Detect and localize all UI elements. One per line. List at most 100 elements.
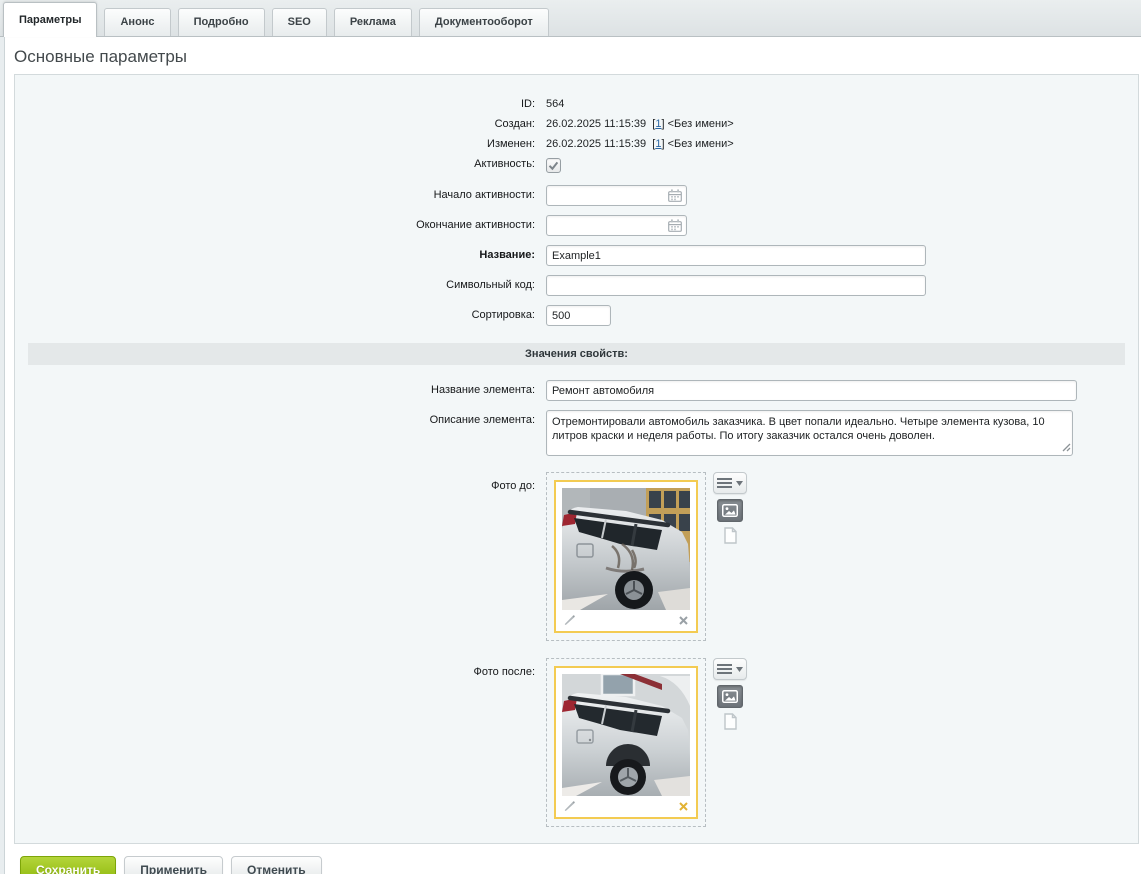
row-active-to: Окончание активности:: [15, 215, 1138, 236]
code-field: [546, 275, 926, 296]
prop-name-field: [546, 380, 1077, 401]
modified-user-link[interactable]: 1: [655, 138, 661, 150]
file-icon[interactable]: [723, 713, 737, 733]
row-prop-name: Название элемента:: [15, 380, 1138, 401]
chevron-down-icon: [736, 480, 743, 486]
name-label: Название:: [479, 249, 535, 261]
row-code: Символьный код:: [15, 275, 1138, 296]
page-title: Основные параметры: [0, 37, 1141, 74]
photo-before-image[interactable]: [562, 488, 690, 610]
created-user-ref: [1]: [652, 118, 665, 130]
save-button[interactable]: Сохранить: [20, 856, 117, 874]
image-icon: [722, 504, 738, 517]
photo-menu-button[interactable]: [713, 658, 747, 680]
active-checkbox[interactable]: [546, 158, 561, 173]
tab-parameters[interactable]: Параметры: [3, 2, 98, 37]
photo-after-label: Фото после:: [473, 666, 536, 678]
photo-after-widget: [546, 658, 748, 827]
tab-announce[interactable]: Анонс: [104, 8, 171, 36]
photo-before-widget: [546, 472, 748, 641]
row-active-from: Начало активности:: [15, 185, 1138, 206]
photo-menu-button[interactable]: [713, 472, 747, 494]
sort-input[interactable]: [546, 305, 611, 326]
photo-before-card: [554, 480, 698, 633]
active-value: [546, 157, 561, 177]
file-icon[interactable]: [723, 527, 737, 547]
calendar-icon[interactable]: [668, 219, 682, 235]
active-from-label: Начало активности:: [433, 189, 535, 201]
photo-before-label: Фото до:: [491, 480, 535, 492]
row-created: Создан: 26.02.2025 11:15:39 [1] <Без име…: [15, 117, 1138, 131]
modified-date: 26.02.2025 11:15:39: [546, 138, 647, 150]
photo-after-image[interactable]: [562, 674, 690, 796]
name-field: [546, 245, 926, 266]
modified-user-ref: [1]: [652, 138, 665, 150]
row-photo-after: Фото после:: [15, 658, 1138, 827]
row-sort: Сортировка:: [15, 305, 1138, 326]
main-form: ID: 564 Создан: 26.02.2025 11:15:39 [1] …: [14, 74, 1139, 844]
tab-advert[interactable]: Реклама: [333, 8, 412, 36]
element-edit-page: Параметры Анонс Подробно SEO Реклама Док…: [0, 0, 1141, 874]
code-input[interactable]: [546, 275, 926, 296]
page-left-edge: [0, 37, 5, 874]
tab-workflow[interactable]: Документооборот: [418, 8, 549, 36]
created-label: Создан:: [494, 118, 535, 130]
prop-name-input[interactable]: [546, 380, 1077, 401]
modified-label: Изменен:: [487, 138, 535, 150]
sort-field: [546, 305, 611, 326]
active-label: Активность:: [474, 158, 535, 170]
row-photo-before: Фото до:: [15, 472, 1138, 641]
hamburger-icon: [717, 478, 732, 488]
active-to-label: Окончание активности:: [416, 219, 535, 231]
created-date: 26.02.2025 11:15:39: [546, 118, 647, 130]
photo-before-actions: [562, 612, 690, 629]
prop-desc-textarea[interactable]: Отремонтировали автомобиль заказчика. В …: [546, 410, 1073, 456]
name-input[interactable]: [546, 245, 926, 266]
apply-button[interactable]: Применить: [124, 856, 224, 874]
active-to-input[interactable]: [546, 215, 687, 236]
properties-section-header: Значения свойств:: [28, 343, 1125, 365]
id-value: 564: [546, 98, 565, 110]
tab-detail[interactable]: Подробно: [177, 8, 265, 36]
photo-after-controls: [712, 658, 748, 733]
tab-seo[interactable]: SEO: [271, 8, 327, 36]
tab-bar: Параметры Анонс Подробно SEO Реклама Док…: [0, 0, 1141, 37]
chevron-down-icon: [736, 666, 743, 672]
image-icon: [722, 690, 738, 703]
created-user-link[interactable]: 1: [655, 118, 661, 130]
modified-value: 26.02.2025 11:15:39 [1] <Без имени>: [546, 137, 734, 151]
active-to-field: [546, 215, 687, 236]
row-active: Активность:: [15, 157, 1138, 177]
edit-photo-icon[interactable]: [563, 614, 576, 627]
delete-photo-icon[interactable]: [678, 615, 689, 626]
id-label: ID:: [520, 98, 535, 110]
active-from-field: [546, 185, 687, 206]
prop-desc-field: Отремонтировали автомобиль заказчика. В …: [546, 410, 1073, 459]
prop-name-label: Название элемента:: [431, 384, 535, 396]
photo-after-card: [554, 666, 698, 819]
row-id: ID: 564: [15, 97, 1138, 111]
image-mode-button[interactable]: [717, 685, 743, 708]
prop-desc-label: Описание элемента:: [429, 414, 535, 426]
sort-label: Сортировка:: [471, 309, 535, 321]
photo-before-dropzone[interactable]: [546, 472, 706, 641]
created-user-name: <Без имени>: [667, 118, 734, 130]
edit-photo-icon[interactable]: [563, 800, 576, 813]
photo-after-dropzone[interactable]: [546, 658, 706, 827]
row-modified: Изменен: 26.02.2025 11:15:39 [1] <Без им…: [15, 137, 1138, 151]
modified-user-name: <Без имени>: [667, 138, 734, 150]
created-value: 26.02.2025 11:15:39 [1] <Без имени>: [546, 117, 734, 131]
calendar-icon[interactable]: [668, 189, 682, 205]
photo-before-controls: [712, 472, 748, 547]
form-button-bar: Сохранить Применить Отменить: [20, 856, 1141, 874]
row-prop-desc: Описание элемента: Отремонтировали автом…: [15, 410, 1138, 459]
photo-after-actions: [562, 798, 690, 815]
code-label: Символьный код:: [446, 279, 535, 291]
delete-photo-icon[interactable]: [678, 801, 689, 812]
hamburger-icon: [717, 664, 732, 674]
cancel-button[interactable]: Отменить: [231, 856, 322, 874]
check-icon: [548, 161, 559, 171]
active-from-input[interactable]: [546, 185, 687, 206]
row-name: Название:: [15, 245, 1138, 266]
image-mode-button[interactable]: [717, 499, 743, 522]
